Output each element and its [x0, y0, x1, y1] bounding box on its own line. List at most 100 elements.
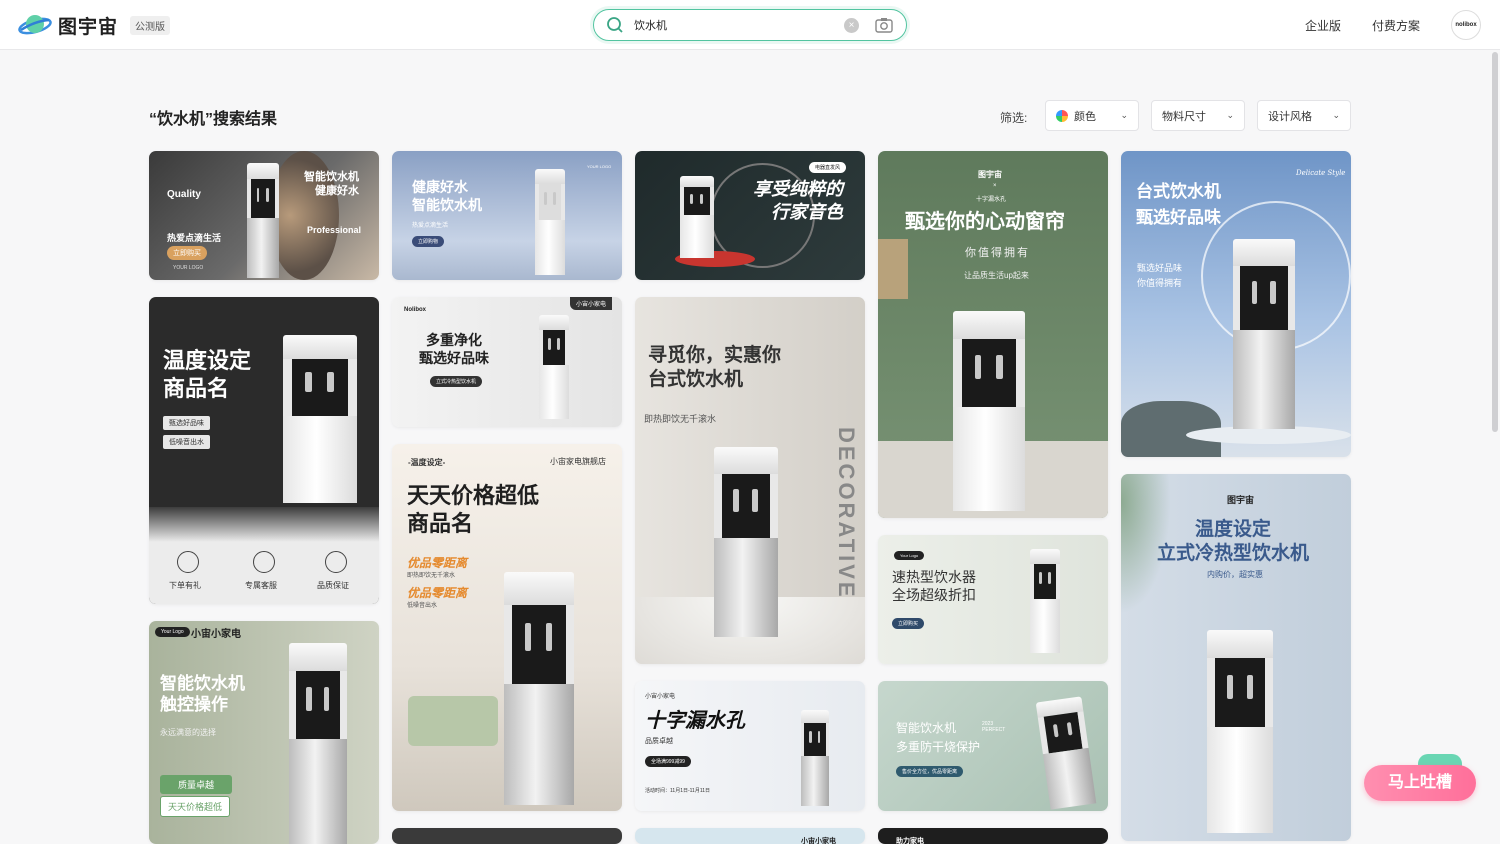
card-title: 温度设定 立式冷热型饮水机: [1157, 519, 1310, 564]
dispenser-image: [1233, 239, 1295, 429]
template-card[interactable]: Delicate Style 台式饮水机 甄选好品味 甄选好品味 你值得拥有: [1121, 151, 1351, 457]
card-text: 品质卓越: [645, 738, 673, 745]
template-card[interactable]: 健康好水 智能饮水机 热爱点滴生活 立即购物 YOUR LOGO: [392, 151, 622, 280]
card-tag: 质量卓越: [160, 775, 233, 794]
card-badge: 小宙小家电: [570, 297, 613, 310]
template-card[interactable]: [392, 828, 622, 844]
search-box[interactable]: ×: [593, 9, 907, 41]
dispenser-image: [953, 311, 1025, 511]
card-badge: 售价全方位，优品零距离: [896, 766, 964, 777]
template-card[interactable]: 图宇宙 × 十字漏水孔 甄选你的心动窗帘 你值得拥有 让品质生活up起来: [878, 151, 1108, 518]
card-text: -温度设定-: [408, 458, 446, 467]
search-input[interactable]: [634, 16, 824, 34]
beta-badge: 公测版: [130, 15, 171, 35]
card-text: ×: [993, 183, 997, 189]
card-title: 十字漏水孔: [645, 710, 745, 732]
template-card[interactable]: 图宇宙 温度设定 立式冷热型饮水机 内购价，超实惠: [1121, 474, 1351, 841]
thumbs-up-icon: [325, 551, 347, 573]
dispenser-image: [680, 176, 714, 258]
card-text: 让品质生活up起来: [964, 271, 1029, 280]
filter-color[interactable]: 颜色 ⌄: [1045, 100, 1139, 131]
card-title: 速热型饮水器 全场超级折扣: [892, 570, 976, 604]
chevron-down-icon: ⌄: [1332, 110, 1340, 120]
dispenser-image: [714, 447, 778, 637]
template-card[interactable]: 小宙小家电: [635, 828, 865, 844]
card-text: 小宙小家电: [191, 629, 241, 640]
card-text: 活动时间：11月1日-11月11日: [645, 788, 711, 794]
logo-text: 图宇宙: [58, 16, 119, 38]
card-title: 多重净化 甄选好品味: [419, 332, 489, 366]
logo[interactable]: 图宇宙 公测版: [18, 11, 171, 39]
card-badge: 全场满999减99: [645, 756, 691, 767]
template-card[interactable]: 温度设定 商品名 甄选好品味 低噪音出水 下单有礼 专属客服 品质保证: [149, 297, 379, 604]
card-title: 台式饮水机 甄选好品味: [1136, 182, 1221, 227]
card-badge: 立即购买: [892, 618, 925, 629]
template-card[interactable]: Quality 智能饮水机 健康好水 Professional 热爱点滴生活 立…: [149, 151, 379, 280]
filter-style[interactable]: 设计风格 ⌄: [1257, 100, 1351, 131]
card-text: 热爱点滴生活: [167, 233, 222, 243]
filter-color-label: 颜色: [1074, 110, 1096, 123]
template-card[interactable]: 电器直发风 享受纯粹的 行家音色: [635, 151, 865, 280]
card-badge: 立即购买: [167, 246, 207, 260]
card-footer: YOUR LOGO: [587, 164, 612, 169]
card-title: 温度设定 商品名: [163, 348, 252, 401]
template-card[interactable]: Nolibox 小宙小家电 多重净化 甄选好品味 立式冷热型饮水机: [392, 297, 622, 427]
scrollbar[interactable]: [1492, 52, 1498, 432]
template-card[interactable]: Your Logo 速热型饮水器 全场超级折扣 立即购买: [878, 535, 1108, 664]
template-card[interactable]: 小宙小家电 十字漏水孔 品质卓越 全场满999减99 活动时间：11月1日-11…: [635, 681, 865, 811]
feedback-button[interactable]: 马上吐槽: [1364, 765, 1476, 801]
dispenser-image: [801, 710, 829, 806]
card-text: 图宇宙: [1227, 495, 1255, 505]
card-tag: 天天价格超低: [160, 796, 231, 817]
card-text: 十字漏水孔: [976, 197, 1007, 203]
card-text: Delicate Style: [1296, 169, 1346, 177]
clear-search-icon[interactable]: ×: [844, 18, 859, 33]
planet-logo-icon: [18, 11, 52, 39]
card-tag: 甄选好品味: [163, 416, 210, 430]
template-card[interactable]: -温度设定- 小宙家电旗舰店 天天价格超低 商品名 优品零距离 即热即饮无千滚水…: [392, 444, 622, 811]
card-title: 智能饮水机 多重防干烧保护: [896, 721, 981, 754]
card-title: 智能饮水机 健康好水: [304, 171, 359, 197]
filter-size-label: 物料尺寸: [1162, 110, 1206, 123]
chevron-down-icon: ⌄: [1120, 110, 1128, 120]
filter-style-label: 设计风格: [1268, 110, 1312, 123]
card-text: 热爱点滴生活: [412, 223, 449, 229]
card-title: 天天价格超低 商品名: [407, 483, 540, 536]
card-badge: 立即购物: [412, 236, 445, 247]
nav-enterprise[interactable]: 企业版: [1305, 17, 1341, 34]
card-text: 低噪音出水: [407, 603, 438, 609]
dispenser-image: [1035, 696, 1097, 810]
card-text: 即热即饮无千滚水: [407, 573, 456, 579]
avatar[interactable]: nolibox: [1451, 10, 1481, 40]
card-text: 你值得拥有: [965, 247, 1030, 259]
dispenser-image: [504, 572, 574, 805]
template-card[interactable]: 智能饮水机 多重防干烧保护 2023 PERFECT 售价全方位，优品零距离: [878, 681, 1108, 811]
filter-label: 筛选:: [1000, 111, 1028, 125]
service-icon: [253, 551, 275, 573]
card-title: 寻觅你，实惠你 台式饮水机: [648, 345, 782, 390]
card-icon-label: 品质保证: [317, 581, 349, 590]
dispenser-image: [535, 169, 565, 275]
search-icon[interactable]: [606, 16, 624, 39]
card-title: 健康好水 智能饮水机: [412, 179, 482, 213]
card-text: 甄选好品味: [1137, 263, 1183, 273]
color-wheel-icon: [1056, 109, 1068, 122]
nav-pricing[interactable]: 付费方案: [1372, 17, 1420, 34]
card-text: 助力家电: [896, 838, 924, 844]
filter-size[interactable]: 物料尺寸 ⌄: [1151, 100, 1245, 131]
card-title: 享受纯粹的 行家音色: [753, 179, 843, 223]
template-card[interactable]: Your Logo 小宙小家电 智能饮水机 触控操作 永远满意的选择 质量卓越 …: [149, 621, 379, 844]
dispenser-image: [539, 315, 569, 419]
camera-search-icon[interactable]: [875, 17, 893, 38]
template-card[interactable]: 寻觅你，实惠你 台式饮水机 即热即饮无千滚水 DECORATIVE: [635, 297, 865, 664]
card-footer: YOUR LOGO: [173, 265, 204, 271]
template-card[interactable]: 助力家电: [878, 828, 1108, 844]
dispenser-image: [247, 163, 279, 278]
card-text: 小宙家电旗舰店: [550, 457, 606, 466]
card-text: 永远满意的选择: [160, 728, 216, 737]
gift-icon: [177, 551, 199, 573]
card-text: Professional: [307, 225, 362, 235]
card-badge: 电器直发风: [809, 162, 847, 173]
card-icon-label: 专属客服: [245, 581, 277, 590]
card-text: 即热即饮无千滚水: [644, 414, 717, 424]
